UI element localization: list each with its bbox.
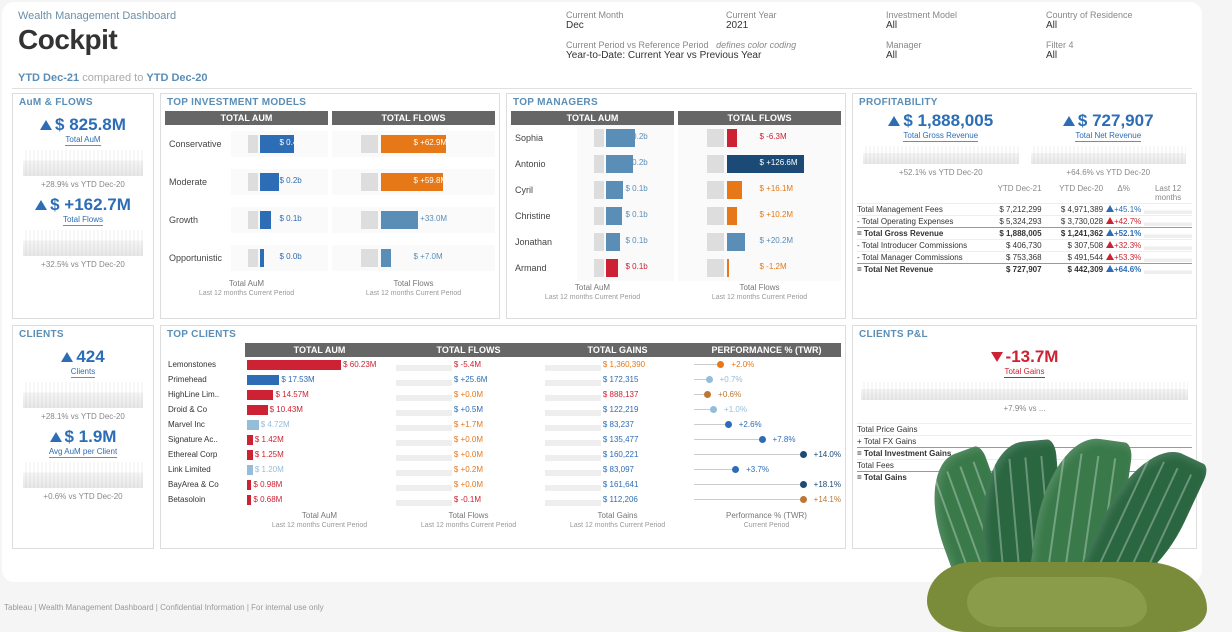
panel-managers: TOP MANAGERS TOTAL AUM Sophia $ 0.2b Ant… xyxy=(506,93,846,319)
triangle-down-icon xyxy=(991,352,1003,362)
table-row[interactable]: $ +7.0M xyxy=(332,239,495,277)
triangle-up-icon xyxy=(35,200,47,210)
table-row[interactable]: Antonio $ 0.2b xyxy=(511,151,674,177)
table-row[interactable]: $ +10.2M xyxy=(678,203,841,229)
footer-text: Tableau | Wealth Management Dashboard | … xyxy=(4,603,324,612)
filter-label: Filter 4 xyxy=(1046,40,1186,50)
table-row[interactable]: Conservative $ 0.4b xyxy=(165,125,328,163)
sparkline xyxy=(1031,146,1187,164)
table-row[interactable]: $ -6.3M xyxy=(678,125,841,151)
filter-4[interactable]: All xyxy=(1046,50,1186,64)
table-row[interactable]: Total Fees xyxy=(857,459,1192,471)
table-row[interactable]: Christine $ 0.1b xyxy=(511,203,674,229)
filter-month[interactable]: Dec xyxy=(566,20,706,34)
filter-label: Country of Residence xyxy=(1046,10,1186,20)
triangle-up-icon xyxy=(888,116,900,126)
table-row[interactable]: Total Price Gains xyxy=(857,423,1192,435)
table-row[interactable]: = Total Investment Gains xyxy=(857,447,1192,459)
filter-label: Manager xyxy=(886,40,1026,50)
table-row[interactable]: HighLine Lim.. $ 14.57M $ +0.0M $ 888,13… xyxy=(165,387,841,402)
table-row[interactable]: - Total Operating Expenses$ 5,324,293$ 3… xyxy=(857,215,1192,227)
table-row[interactable]: Jonathan $ 0.1b xyxy=(511,229,674,255)
table-row[interactable]: $ +126.6M xyxy=(678,151,841,177)
table-row[interactable]: Growth $ 0.1b xyxy=(165,201,328,239)
profit-table: YTD Dec-21YTD Dec-20Δ%Last 12 months Tot… xyxy=(853,183,1196,275)
filter-label: Current Year xyxy=(726,10,866,20)
panel-investment-models: TOP INVESTMENT MODELS TOTAL AUM Conserva… xyxy=(160,93,500,319)
kpi-total-flows: $ +162.7M xyxy=(19,195,147,215)
table-row[interactable]: $ +59.8M xyxy=(332,163,495,201)
kpi-gross-revenue: $ 1,888,005 xyxy=(859,111,1023,131)
sparkline xyxy=(23,462,143,488)
panel-clients-kpi: CLIENTS 424 Clients +28.1% vs YTD Dec-20… xyxy=(12,325,154,549)
filter-manager[interactable]: All xyxy=(886,50,1026,64)
table-row[interactable]: Link Limited $ 1.20M $ +0.2M $ 83,097 +3… xyxy=(165,462,841,477)
dashboard: Wealth Management Dashboard Cockpit Curr… xyxy=(2,2,1202,582)
table-row[interactable]: Moderate $ 0.2b xyxy=(165,163,328,201)
triangle-up-icon xyxy=(1063,116,1075,126)
table-row[interactable]: $ +20.2M xyxy=(678,229,841,255)
sparkline xyxy=(861,382,1188,400)
panel-aum-flows: AuM & FLOWS $ 825.8M Total AuM +28.9% vs… xyxy=(12,93,154,319)
kpi-total-aum: $ 825.8M xyxy=(19,115,147,135)
sparkline xyxy=(23,150,143,176)
table-row[interactable]: Droid & Co $ 10.43M $ +0.5M $ 122,219 +1… xyxy=(165,402,841,417)
filter-model[interactable]: All xyxy=(886,20,1026,34)
sparkline xyxy=(23,382,143,408)
header: Wealth Management Dashboard Cockpit Curr… xyxy=(12,8,1192,66)
table-row[interactable]: Ethereal Corp $ 1.25M $ +0.0M $ 160,221 … xyxy=(165,447,841,462)
kpi-net-revenue: $ 727,907 xyxy=(1027,111,1191,131)
pnl-table: Total Price Gains + Total FX Gains = Tot… xyxy=(853,423,1196,483)
table-row[interactable]: Cyril $ 0.1b xyxy=(511,177,674,203)
sparkline xyxy=(863,146,1019,164)
triangle-up-icon xyxy=(40,120,52,130)
filter-label: Investment Model xyxy=(886,10,1026,20)
filter-period[interactable]: Year-to-Date: Current Year vs Previous Y… xyxy=(566,50,866,64)
table-row[interactable]: $ +16.1M xyxy=(678,177,841,203)
filter-country[interactable]: All xyxy=(1046,20,1186,34)
table-row[interactable]: Betasoloin $ 0.68M $ -0.1M $ 112,206 +14… xyxy=(165,492,841,507)
table-row[interactable]: $ +33.0M xyxy=(332,201,495,239)
panel-top-clients: TOP CLIENTS TOTAL AUM TOTAL FLOWS TOTAL … xyxy=(160,325,846,549)
sparkline xyxy=(23,230,143,256)
period-comparison: YTD Dec-21 compared to YTD Dec-20 xyxy=(12,66,1192,89)
table-row[interactable]: + Total FX Gains xyxy=(857,435,1192,447)
kpi-client-count: 424 xyxy=(19,347,147,367)
table-row[interactable]: Lemonstones $ 60.23M $ -5.4M $ 1,360,390… xyxy=(165,357,841,372)
dashboard-subtitle: Wealth Management Dashboard xyxy=(18,10,176,22)
table-row[interactable]: = Total Gains xyxy=(857,471,1192,483)
dashboard-title: Cockpit xyxy=(18,24,176,56)
kpi-avg-aum: $ 1.9M xyxy=(19,427,147,447)
table-row[interactable]: $ -1.2M xyxy=(678,255,841,281)
filter-year[interactable]: 2021 xyxy=(726,20,866,34)
table-row[interactable]: Total Management Fees$ 7,212,299$ 4,971,… xyxy=(857,203,1192,215)
triangle-up-icon xyxy=(50,432,62,442)
table-row[interactable]: Opportunistic $ 0.0b xyxy=(165,239,328,277)
table-row[interactable]: Marvel Inc $ 4.72M $ +1.7M $ 83,237 +2.6… xyxy=(165,417,841,432)
panel-clients-pnl: CLIENTS P&L -13.7M Total Gains +7.9% vs … xyxy=(852,325,1197,549)
kpi-total-gains: -13.7M xyxy=(857,347,1192,367)
table-row[interactable]: = Total Gross Revenue$ 1,888,005$ 1,241,… xyxy=(857,227,1192,239)
filter-label: Current Month xyxy=(566,10,706,20)
table-row[interactable]: - Total Manager Commissions$ 753,368$ 49… xyxy=(857,251,1192,263)
filter-bar: Current MonthDec Current Year2021 Invest… xyxy=(566,10,1186,64)
table-row[interactable]: Primehead $ 17.53M $ +25.6M $ 172,315 +0… xyxy=(165,372,841,387)
table-row[interactable]: $ +62.9M xyxy=(332,125,495,163)
table-row[interactable]: Sophia $ 0.2b xyxy=(511,125,674,151)
table-row[interactable]: BayArea & Co $ 0.98M $ +0.0M $ 161,641 +… xyxy=(165,477,841,492)
panel-profitability: PROFITABILITY $ 1,888,005 Total Gross Re… xyxy=(852,93,1197,319)
table-row[interactable]: Armand $ 0.1b xyxy=(511,255,674,281)
table-row[interactable]: Signature Ac.. $ 1.42M $ +0.0M $ 135,477… xyxy=(165,432,841,447)
triangle-up-icon xyxy=(61,352,73,362)
table-row[interactable]: - Total Introducer Commissions$ 406,730$… xyxy=(857,239,1192,251)
table-row[interactable]: = Total Net Revenue$ 727,907$ 442,309 +6… xyxy=(857,263,1192,275)
